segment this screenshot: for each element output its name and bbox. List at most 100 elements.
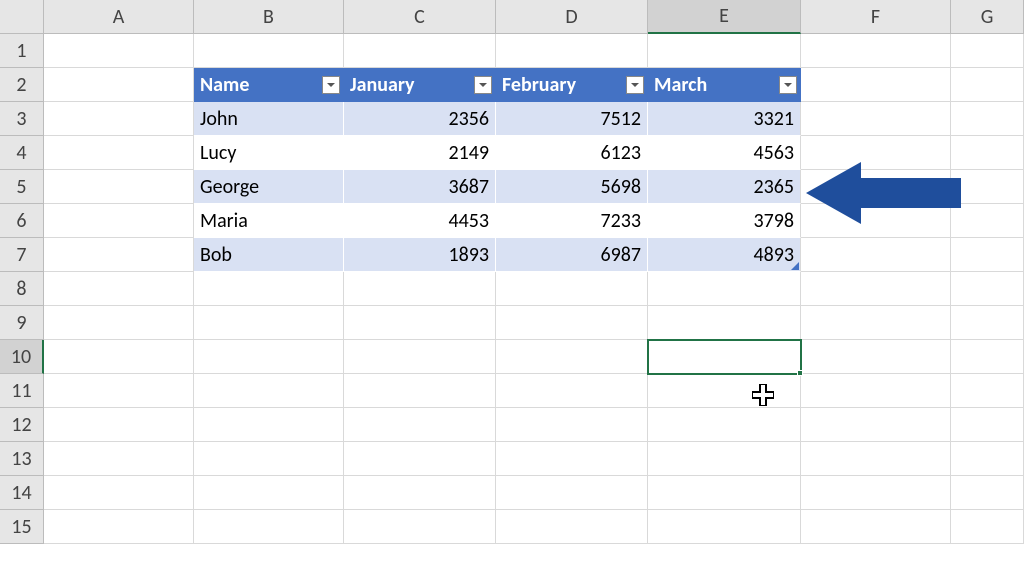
cell[interactable] <box>194 442 344 476</box>
row-header-5[interactable]: 5 <box>0 170 44 204</box>
filter-dropdown-icon[interactable] <box>322 76 340 94</box>
cell[interactable] <box>44 204 194 238</box>
cell[interactable] <box>194 374 344 408</box>
cell-value[interactable]: 4563 <box>648 136 801 170</box>
cell[interactable] <box>951 68 1024 102</box>
cell[interactable] <box>648 34 801 68</box>
cell[interactable] <box>951 306 1024 340</box>
cell[interactable] <box>496 306 648 340</box>
cell-value[interactable]: 2356 <box>344 102 496 136</box>
cell-value[interactable]: 6987 <box>496 238 648 272</box>
row-header-14[interactable]: 14 <box>0 476 44 510</box>
cell[interactable] <box>951 340 1024 374</box>
row-header-13[interactable]: 13 <box>0 442 44 476</box>
cell[interactable] <box>344 510 496 544</box>
cell[interactable] <box>44 34 194 68</box>
col-header-c[interactable]: C <box>344 0 496 34</box>
col-header-b[interactable]: B <box>194 0 344 34</box>
cell[interactable] <box>344 306 496 340</box>
cell-name[interactable]: Maria <box>194 204 344 238</box>
cell[interactable] <box>44 68 194 102</box>
cell[interactable] <box>496 272 648 306</box>
cell[interactable] <box>801 374 951 408</box>
cell[interactable] <box>951 510 1024 544</box>
cell-name[interactable]: George <box>194 170 344 204</box>
cell-value[interactable]: 6123 <box>496 136 648 170</box>
cell-value[interactable]: 1893 <box>344 238 496 272</box>
row-header-12[interactable]: 12 <box>0 408 44 442</box>
filter-dropdown-icon[interactable] <box>474 76 492 94</box>
cell[interactable] <box>44 408 194 442</box>
cell[interactable] <box>801 272 951 306</box>
cell[interactable] <box>194 510 344 544</box>
table-resize-handle[interactable] <box>791 262 799 270</box>
row-header-11[interactable]: 11 <box>0 374 44 408</box>
cell[interactable] <box>44 476 194 510</box>
cell[interactable] <box>44 102 194 136</box>
cell[interactable] <box>801 408 951 442</box>
filter-dropdown-icon[interactable] <box>626 76 644 94</box>
cell[interactable] <box>496 34 648 68</box>
cell[interactable] <box>951 476 1024 510</box>
row-header-9[interactable]: 9 <box>0 306 44 340</box>
table-header-january[interactable]: January <box>344 68 496 102</box>
row-header-6[interactable]: 6 <box>0 204 44 238</box>
col-header-d[interactable]: D <box>496 0 648 34</box>
cell[interactable] <box>951 34 1024 68</box>
row-header-2[interactable]: 2 <box>0 68 44 102</box>
cell[interactable] <box>44 238 194 272</box>
cell[interactable] <box>194 306 344 340</box>
cell[interactable] <box>801 68 951 102</box>
cell[interactable] <box>344 340 496 374</box>
cell-name[interactable]: Lucy <box>194 136 344 170</box>
cell[interactable] <box>648 408 801 442</box>
cell[interactable] <box>648 476 801 510</box>
cell[interactable] <box>44 340 194 374</box>
cell-value[interactable]: 3687 <box>344 170 496 204</box>
cell[interactable] <box>951 442 1024 476</box>
cell[interactable] <box>801 340 951 374</box>
cell[interactable] <box>44 510 194 544</box>
cell[interactable] <box>344 408 496 442</box>
cell[interactable] <box>496 510 648 544</box>
cell-value[interactable]: 3321 <box>648 102 801 136</box>
col-header-e[interactable]: E <box>648 0 801 34</box>
select-all-corner[interactable] <box>0 0 44 34</box>
row-header-15[interactable]: 15 <box>0 510 44 544</box>
cell[interactable] <box>44 374 194 408</box>
cell[interactable] <box>951 102 1024 136</box>
cell-value[interactable]: 2365 <box>648 170 801 204</box>
cell[interactable] <box>801 34 951 68</box>
cell[interactable] <box>194 476 344 510</box>
row-header-1[interactable]: 1 <box>0 34 44 68</box>
cell[interactable] <box>648 374 801 408</box>
cell[interactable] <box>801 442 951 476</box>
cell[interactable] <box>194 34 344 68</box>
cell[interactable] <box>951 238 1024 272</box>
table-header-name[interactable]: Name <box>194 68 344 102</box>
cell[interactable] <box>801 102 951 136</box>
cell[interactable] <box>44 306 194 340</box>
cell[interactable] <box>951 272 1024 306</box>
cell-value[interactable]: 3798 <box>648 204 801 238</box>
filter-dropdown-icon[interactable] <box>779 76 797 94</box>
cell[interactable] <box>344 374 496 408</box>
table-header-february[interactable]: February <box>496 68 648 102</box>
row-header-7[interactable]: 7 <box>0 238 44 272</box>
cell[interactable] <box>44 272 194 306</box>
cell[interactable] <box>496 340 648 374</box>
cell[interactable] <box>801 476 951 510</box>
cell[interactable] <box>194 340 344 374</box>
col-header-f[interactable]: F <box>801 0 951 34</box>
cell-value[interactable]: 4453 <box>344 204 496 238</box>
cell-value[interactable]: 4893 <box>648 238 801 272</box>
cell[interactable] <box>951 408 1024 442</box>
col-header-g[interactable]: G <box>951 0 1024 34</box>
cell[interactable] <box>194 272 344 306</box>
cell[interactable] <box>801 510 951 544</box>
cell[interactable] <box>648 442 801 476</box>
cell[interactable] <box>951 374 1024 408</box>
col-header-a[interactable]: A <box>44 0 194 34</box>
cell[interactable] <box>44 442 194 476</box>
cell[interactable] <box>496 476 648 510</box>
